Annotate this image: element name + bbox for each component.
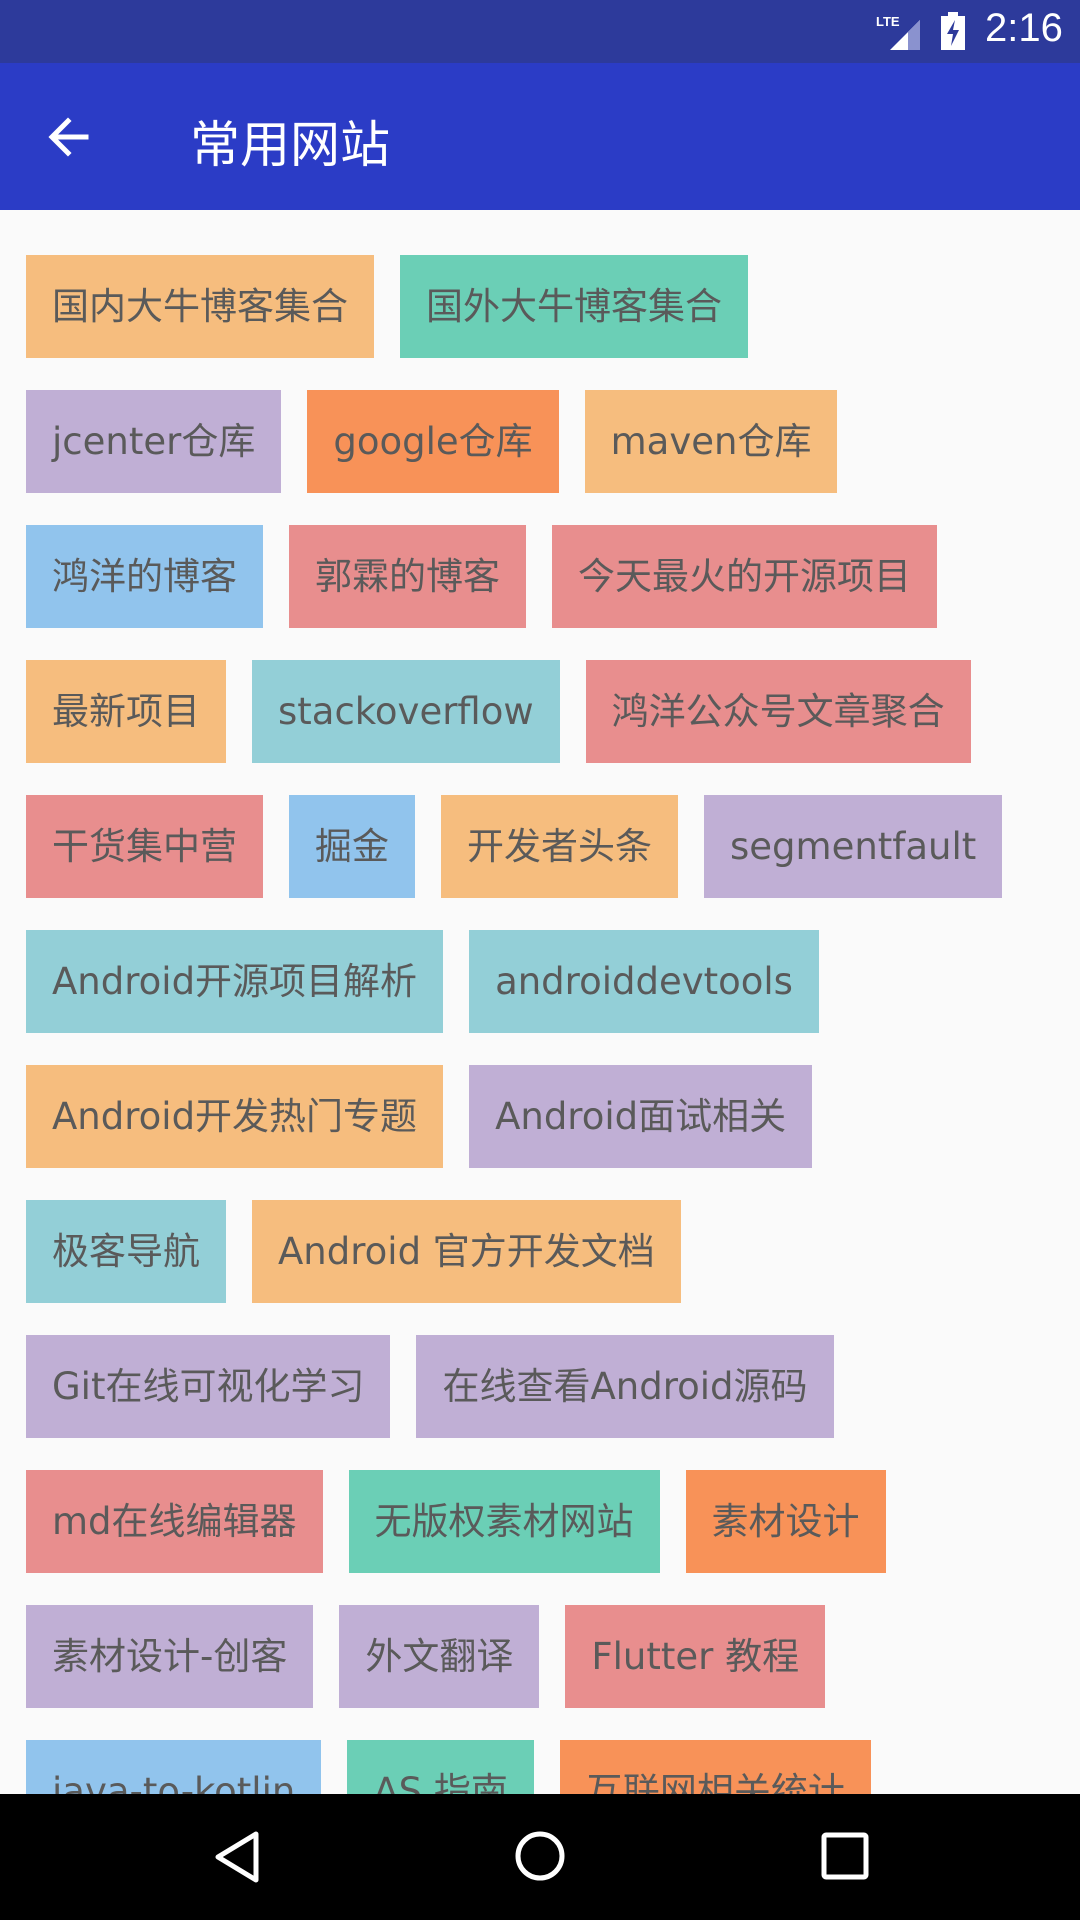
website-tag[interactable]: Android面试相关 <box>469 1065 813 1168</box>
battery-charging-icon <box>941 12 965 50</box>
lte-signal-icon: LTE <box>876 14 920 50</box>
website-list: 国内大牛博客集合 国外大牛博客集合 jcenter仓库 google仓库 maven仓库… <box>0 210 1080 1794</box>
website-tag[interactable]: 开发者头条 <box>441 795 678 898</box>
status-time: 2:16 <box>985 6 1063 50</box>
website-tag[interactable]: Android开源项目解析 <box>26 930 444 1033</box>
website-tag[interactable]: 鸿洋公众号文章聚合 <box>585 660 971 763</box>
website-tag[interactable]: google仓库 <box>307 390 559 493</box>
website-tag[interactable]: androiddevtools <box>469 930 819 1033</box>
website-tag[interactable]: 无版权素材网站 <box>348 1470 660 1573</box>
website-tag[interactable]: jcenter仓库 <box>26 390 282 493</box>
website-tag[interactable]: 干货集中营 <box>26 795 263 898</box>
network-label: LTE <box>876 14 900 29</box>
website-tag[interactable]: segmentfault <box>704 795 1003 898</box>
website-tag[interactable]: 素材设计-创客 <box>26 1605 314 1708</box>
website-tag[interactable]: 在线查看Android源码 <box>416 1335 834 1438</box>
website-tag[interactable]: stackoverflow <box>252 660 560 763</box>
nav-home-icon[interactable] <box>513 1829 567 1883</box>
status-bar: LTE 2:16 <box>0 0 1080 63</box>
website-tag[interactable]: 今天最火的开源项目 <box>552 525 937 628</box>
website-tag[interactable]: AS 指南 <box>347 1740 534 1794</box>
website-tag[interactable]: Git在线可视化学习 <box>26 1335 391 1438</box>
website-tag[interactable]: 国内大牛博客集合 <box>26 255 374 358</box>
nav-back-icon[interactable] <box>212 1830 262 1884</box>
website-tag[interactable]: Android开发热门专题 <box>26 1065 444 1168</box>
website-tag[interactable]: md在线编辑器 <box>26 1470 323 1573</box>
website-tag[interactable]: 掘金 <box>289 795 415 898</box>
website-tag[interactable]: 郭霖的博客 <box>289 525 526 628</box>
nav-recents-icon[interactable] <box>820 1831 870 1881</box>
website-tag[interactable]: 国外大牛博客集合 <box>400 255 748 358</box>
website-tag[interactable]: 互联网相关统计 <box>559 1740 871 1794</box>
website-tag[interactable]: Android 官方开发文档 <box>252 1200 681 1303</box>
website-tag[interactable]: java-to-kotlin <box>26 1740 322 1794</box>
arrow-back-icon[interactable] <box>42 111 94 163</box>
website-tag[interactable]: 极客导航 <box>26 1200 226 1303</box>
website-tag[interactable]: Flutter 教程 <box>565 1605 826 1708</box>
app-bar: 常用网站 <box>0 63 1080 210</box>
website-tag[interactable]: 外文翻译 <box>339 1605 540 1708</box>
website-tag[interactable]: maven仓库 <box>584 390 838 493</box>
website-tag[interactable]: 鸿洋的博客 <box>26 525 263 628</box>
page-title: 常用网站 <box>190 116 390 174</box>
website-tag[interactable]: 最新项目 <box>26 660 226 763</box>
tag-cloud: 国内大牛博客集合 国外大牛博客集合 jcenter仓库 google仓库 maven仓库… <box>26 255 1054 1794</box>
website-tag[interactable]: 素材设计 <box>685 1470 886 1573</box>
navigation-bar <box>0 1794 1080 1920</box>
